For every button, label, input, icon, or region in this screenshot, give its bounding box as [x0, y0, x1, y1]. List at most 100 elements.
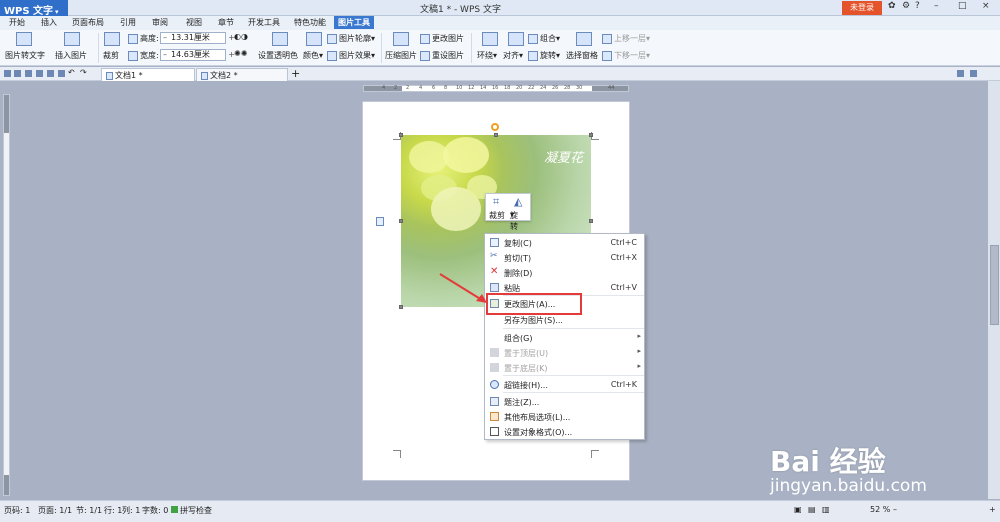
- height-input[interactable]: –13.31厘米 +: [160, 32, 235, 44]
- transparent-color-icon: [272, 32, 288, 46]
- change-picture-button[interactable]: 更改图片: [420, 33, 464, 44]
- resize-handle[interactable]: [589, 133, 593, 137]
- collapse-ribbon-icon[interactable]: [970, 70, 977, 77]
- margin-corner: [591, 450, 599, 458]
- rotate-icon[interactable]: ◭: [514, 195, 522, 208]
- open-icon[interactable]: [4, 70, 11, 77]
- delete-icon: ✕: [490, 266, 499, 277]
- zoom-out-button[interactable]: –: [893, 505, 897, 514]
- redo-icon[interactable]: ↷: [80, 68, 87, 77]
- tab-insert[interactable]: 插入: [41, 17, 57, 28]
- web-view-icon[interactable]: ▤: [808, 505, 816, 514]
- bring-forward-icon: [602, 33, 612, 44]
- read-view-icon[interactable]: ▥: [822, 505, 830, 514]
- insert-picture-button[interactable]: 插入图片: [55, 50, 87, 61]
- height-icon: [128, 33, 138, 44]
- skin-icon[interactable]: ✿: [888, 1, 896, 11]
- menu-item-format-object[interactable]: 设置对象格式(O)...: [485, 424, 646, 439]
- crop-button[interactable]: 裁剪: [103, 50, 119, 61]
- crop-icon[interactable]: ⌗: [493, 195, 499, 209]
- wrap-button[interactable]: 环绕▾: [477, 50, 497, 61]
- menu-item-cut[interactable]: ✂ 剪切(T) Ctrl+X: [485, 250, 646, 265]
- tab-references[interactable]: 引用: [120, 17, 136, 28]
- new-tab-button[interactable]: +: [291, 67, 300, 80]
- spell-check-button[interactable]: 拼写检查: [180, 505, 212, 516]
- rotate-icon: [528, 50, 538, 61]
- tab-special[interactable]: 特色功能: [294, 17, 326, 28]
- resize-handle[interactable]: [399, 219, 403, 223]
- resize-handle[interactable]: [494, 133, 498, 137]
- reset-picture-button[interactable]: 重设图片: [420, 50, 464, 61]
- format-painter-icon[interactable]: [47, 70, 54, 77]
- watermark-logo: Bai 经验: [770, 445, 886, 478]
- zoom-level[interactable]: 52 %: [870, 505, 890, 514]
- menu-item-layout-options[interactable]: 其他布局选项(L)...: [485, 409, 646, 424]
- close-button[interactable]: ×: [982, 1, 990, 11]
- color-button[interactable]: 颜色▾: [303, 50, 323, 61]
- brightness-icon[interactable]: ✺✺: [234, 49, 247, 58]
- tab-picture-tools[interactable]: 图片工具: [334, 16, 374, 29]
- insert-picture-icon: [64, 32, 80, 46]
- menu-item-caption[interactable]: 题注(Z)...: [485, 394, 646, 409]
- selection-pane-button[interactable]: 选择窗格: [566, 50, 598, 61]
- tab-view[interactable]: 视图: [186, 17, 202, 28]
- tab-document-1[interactable]: 文档1 *: [101, 68, 195, 81]
- menu-item-group[interactable]: 组合(G) ▸: [485, 330, 646, 345]
- tab-developer[interactable]: 开发工具: [248, 17, 280, 28]
- compress-button[interactable]: 压缩图片: [385, 50, 417, 61]
- zoom-in-button[interactable]: +: [989, 505, 996, 514]
- mini-crop-button[interactable]: 裁剪: [489, 210, 505, 221]
- find-icon[interactable]: [58, 70, 65, 77]
- status-page: 页码: 1: [4, 506, 31, 515]
- preview-icon[interactable]: [36, 70, 43, 77]
- tab-chapter[interactable]: 章节: [218, 17, 234, 28]
- menu-item-delete[interactable]: ✕ 删除(D): [485, 265, 646, 280]
- undo-icon[interactable]: ↶: [68, 68, 75, 77]
- selection-pane-icon: [576, 32, 592, 46]
- wrap-icon: [482, 32, 498, 46]
- picture-overlay-text: 凝夏花: [543, 151, 583, 166]
- tab-review[interactable]: 审阅: [152, 17, 168, 28]
- settings-icon[interactable]: ⚙: [902, 1, 910, 11]
- layout-options-icon[interactable]: [376, 217, 384, 226]
- resize-handle[interactable]: [589, 219, 593, 223]
- help-button[interactable]: ?: [915, 1, 920, 11]
- picture-outline-button[interactable]: 图片轮廓▾: [327, 33, 375, 44]
- set-transparent-button[interactable]: 设置透明色: [258, 50, 298, 61]
- view-mode-icon[interactable]: ▣: [794, 505, 802, 514]
- tab-document-2[interactable]: 文档2 *: [196, 68, 288, 81]
- align-button[interactable]: 对齐▾: [503, 50, 523, 61]
- context-menu: 复制(C) Ctrl+C ✂ 剪切(T) Ctrl+X ✕ 删除(D) 粘贴 Ctrl…: [484, 233, 645, 440]
- status-word-count[interactable]: 字数: 0: [142, 505, 168, 516]
- group-button[interactable]: 组合▾: [528, 33, 560, 44]
- save-icon[interactable]: [14, 70, 21, 77]
- copy-icon: [490, 238, 499, 247]
- menu-item-copy[interactable]: 复制(C) Ctrl+C: [485, 235, 646, 250]
- width-input[interactable]: –14.63厘米 +: [160, 49, 235, 61]
- menu-item-hyperlink[interactable]: 超链接(H)... Ctrl+K: [485, 377, 646, 392]
- rotate-button[interactable]: 旋转▾: [528, 50, 560, 61]
- layout-options-icon: [490, 412, 499, 421]
- maximize-button[interactable]: □: [958, 1, 967, 11]
- status-pages: 页面: 1/1: [38, 506, 73, 515]
- rotate-handle-icon[interactable]: [491, 123, 499, 131]
- scrollbar-thumb[interactable]: [990, 245, 999, 325]
- tab-start[interactable]: 开始: [9, 17, 25, 28]
- group-icon: [528, 33, 538, 44]
- app-menu-button[interactable]: WPS 文字 ▾: [0, 0, 68, 17]
- picture-effect-button[interactable]: 图片效果▾: [327, 50, 375, 61]
- picture-to-text-button[interactable]: 图片转文字: [5, 50, 45, 61]
- layout-icon[interactable]: [957, 70, 964, 77]
- mini-rotate-button[interactable]: 旋转 ▾: [510, 210, 518, 231]
- watermark-url: jingyan.baidu.com: [770, 476, 927, 496]
- login-button[interactable]: 未登录: [842, 1, 882, 15]
- resize-handle[interactable]: [399, 133, 403, 137]
- print-icon[interactable]: [25, 70, 32, 77]
- height-label: 高度:: [128, 33, 159, 44]
- tab-layout[interactable]: 页面布局: [72, 17, 104, 28]
- resize-handle[interactable]: [399, 305, 403, 309]
- picture-effect-icon: [327, 50, 337, 61]
- contrast-icon[interactable]: ◐◑: [234, 32, 248, 41]
- format-object-icon: [490, 427, 499, 436]
- minimize-button[interactable]: –: [934, 1, 939, 11]
